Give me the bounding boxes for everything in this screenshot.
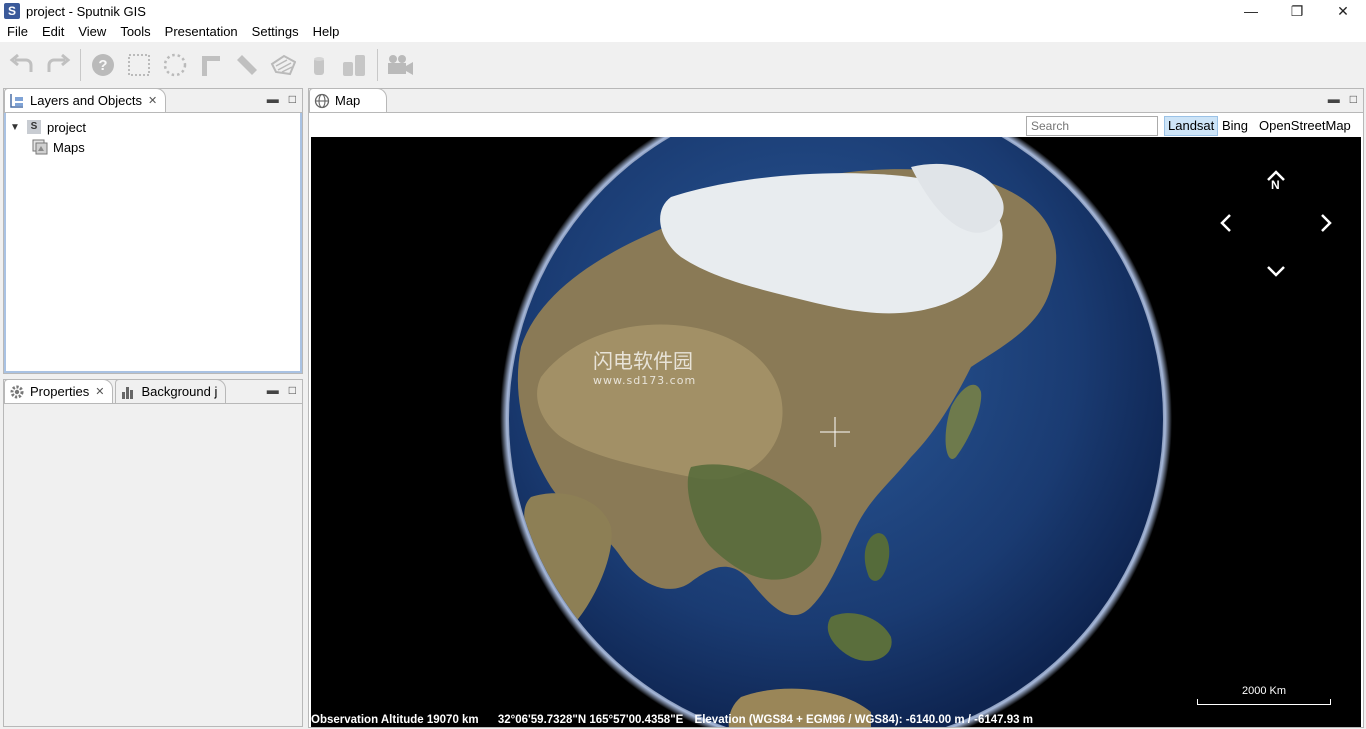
toolbar-separator <box>80 49 81 81</box>
tree-label-maps: Maps <box>53 139 85 155</box>
scale-bar: 2000 Km <box>1197 685 1331 705</box>
watermark: 闪电软件园 www.sd173.com <box>593 345 696 387</box>
chevron-right-icon[interactable] <box>1320 213 1332 236</box>
properties-panel: Properties ✕ Background j ▬ □ <box>3 379 303 727</box>
layers-panel: Layers and Objects ✕ ▬ □ ▼ S project Map… <box>3 88 303 374</box>
layers-tabbar: Layers and Objects ✕ <box>4 88 302 113</box>
menu-settings[interactable]: Settings <box>245 22 306 42</box>
tab-properties[interactable]: Properties ✕ <box>4 379 114 403</box>
elevation-readout: Elevation (WGS84 + EGM96 / WGS84): -6140… <box>694 714 1033 726</box>
gear-icon <box>9 384 25 400</box>
chevron-down-icon[interactable]: ▼ <box>8 122 22 133</box>
properties-content <box>4 404 302 726</box>
menu-tools[interactable]: Tools <box>113 22 157 42</box>
tab-map-label: Map <box>335 93 361 108</box>
project-icon: S <box>26 119 42 135</box>
svg-text:?: ? <box>98 57 107 74</box>
layers-tree: ▼ S project Maps <box>8 117 86 157</box>
minimize-pane-icon[interactable]: ▬ <box>267 92 279 106</box>
cursor-coordinates: 32°06'59.7328"N 165°57'00.4358"E <box>497 714 684 726</box>
ruler-icon[interactable] <box>229 48 265 82</box>
globe-image <box>500 137 1172 727</box>
select-lasso-icon[interactable] <box>157 48 193 82</box>
close-tab-icon[interactable]: ✕ <box>148 94 157 107</box>
watermark-url: www.sd173.com <box>593 374 697 387</box>
menu-bar: File Edit View Tools Presentation Settin… <box>0 22 1366 42</box>
undo-icon[interactable] <box>4 48 40 82</box>
tab-properties-label: Properties <box>30 384 90 399</box>
chevron-down-icon[interactable] <box>1266 265 1286 280</box>
map-tabbar: Map <box>309 88 1363 113</box>
minimize-button[interactable]: — <box>1228 0 1274 22</box>
help-icon[interactable]: ? <box>85 48 121 82</box>
title-bar: S project - Sputnik GIS — ❐ ✕ <box>0 0 1366 22</box>
north-indicator: N <box>1271 178 1280 192</box>
pane-controls: ▬ □ <box>1328 92 1357 106</box>
menu-help[interactable]: Help <box>306 22 347 42</box>
observation-altitude: Observation Altitude 19070 km <box>311 714 479 726</box>
scale-line <box>1197 699 1331 705</box>
source-bing[interactable]: Bing <box>1219 116 1251 136</box>
maximize-pane-icon[interactable]: □ <box>289 383 296 397</box>
menu-presentation[interactable]: Presentation <box>158 22 245 42</box>
map-status-line: Observation Altitude 19070 km 32°06'59.7… <box>311 713 1361 727</box>
map-source-bar: Landsat Bing OpenStreetMap <box>309 113 1363 137</box>
properties-tabbar: Properties ✕ Background j <box>4 379 302 404</box>
select-rectangle-icon[interactable] <box>121 48 157 82</box>
tree-label-project: project <box>47 119 87 135</box>
minimize-pane-icon[interactable]: ▬ <box>267 383 279 397</box>
tab-map[interactable]: Map <box>309 88 388 112</box>
maximize-pane-icon[interactable]: □ <box>289 92 296 106</box>
window-title: project - Sputnik GIS <box>26 3 146 19</box>
window-controls: — ❐ ✕ <box>1228 0 1366 22</box>
tab-layers-label: Layers and Objects <box>30 93 143 108</box>
pane-controls: ▬ □ <box>267 92 296 106</box>
menu-view[interactable]: View <box>71 22 113 42</box>
watermark-title: 闪电软件园 <box>593 349 693 373</box>
maximize-button[interactable]: ❐ <box>1274 0 1320 22</box>
layers-tree-icon <box>9 93 25 109</box>
cylinder-icon[interactable] <box>301 48 337 82</box>
pane-controls: ▬ □ <box>267 383 296 397</box>
toolbar-separator <box>377 49 378 81</box>
maps-icon <box>32 139 48 155</box>
tab-background[interactable]: Background j <box>115 379 227 403</box>
close-button[interactable]: ✕ <box>1320 0 1366 22</box>
tree-item-maps[interactable]: Maps <box>8 137 86 157</box>
source-openstreetmap[interactable]: OpenStreetMap <box>1256 116 1354 136</box>
bar-chart-icon <box>120 384 136 400</box>
polygon-icon[interactable] <box>265 48 301 82</box>
app-icon: S <box>4 3 20 19</box>
maximize-pane-icon[interactable]: □ <box>1350 92 1357 106</box>
menu-file[interactable]: File <box>0 22 35 42</box>
globe-view[interactable]: 闪电软件园 www.sd173.com N 2000 Km Observatio… <box>311 137 1361 727</box>
menu-edit[interactable]: Edit <box>35 22 71 42</box>
source-landsat[interactable]: Landsat <box>1164 116 1219 136</box>
tab-background-label: Background j <box>141 384 218 399</box>
globe-icon <box>314 93 330 109</box>
scale-label: 2000 Km <box>1241 685 1287 697</box>
video-camera-icon[interactable] <box>382 48 418 82</box>
minimize-pane-icon[interactable]: ▬ <box>1328 92 1340 106</box>
ruler-corner-icon[interactable] <box>193 48 229 82</box>
tab-layers-and-objects[interactable]: Layers and Objects ✕ <box>4 88 167 112</box>
main-toolbar: ? <box>0 42 1366 88</box>
tree-item-project[interactable]: ▼ S project <box>8 117 86 137</box>
map-panel: Map ▬ □ Landsat Bing OpenStreetMap <box>308 88 1364 728</box>
map-search-input[interactable] <box>1026 116 1158 136</box>
close-tab-icon[interactable]: ✕ <box>95 385 104 398</box>
redo-icon[interactable] <box>40 48 76 82</box>
chevron-left-icon[interactable] <box>1220 213 1232 236</box>
bar-chart-icon[interactable] <box>337 48 373 82</box>
